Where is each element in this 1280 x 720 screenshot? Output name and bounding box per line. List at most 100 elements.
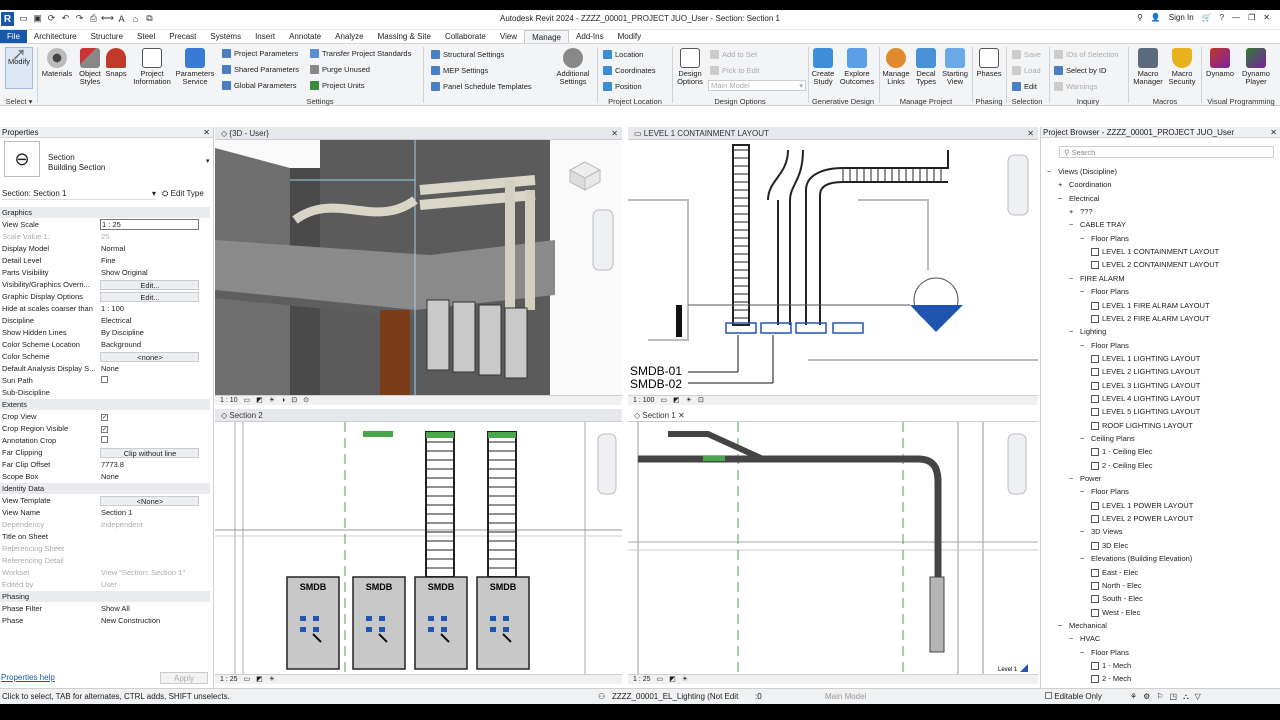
tab-view[interactable]: View	[493, 30, 524, 43]
phases-button[interactable]: Phases	[975, 48, 1003, 78]
crop-icon[interactable]: ⊡	[698, 396, 704, 406]
browser-folder-item[interactable]: +???	[1069, 207, 1093, 217]
detail-level-icon[interactable]: ▭	[660, 396, 667, 406]
property-value[interactable]: Electrical	[100, 315, 199, 327]
sun-icon[interactable]: ☀	[269, 675, 275, 685]
browser-view-item[interactable]: LEVEL 1 FIRE ALRAM LAYOUT	[1091, 301, 1210, 311]
browser-view-item[interactable]: West - Elec	[1091, 608, 1140, 618]
group-graphics[interactable]: Graphics	[0, 207, 210, 218]
collapse-icon[interactable]: −	[1080, 341, 1088, 351]
collapse-icon[interactable]: −	[1047, 167, 1055, 177]
sel-rows-item[interactable]: Save	[1012, 50, 1041, 59]
browser-view-item[interactable]: South - Elec	[1091, 594, 1143, 604]
collapse-icon[interactable]: −	[1069, 327, 1077, 337]
browser-folder-item[interactable]: − Floor Plans	[1080, 234, 1129, 244]
property-value[interactable]: User	[100, 579, 199, 591]
tab-modify[interactable]: Modify	[611, 30, 649, 43]
expand-icon[interactable]: +	[1058, 180, 1066, 190]
property-row[interactable]: Edited by User	[0, 579, 200, 591]
property-value[interactable]	[100, 435, 199, 447]
explore-outcomes-button[interactable]: Explore Outcomes	[840, 48, 874, 86]
browser-folder-item[interactable]: − Electrical	[1058, 194, 1099, 204]
tab-collaborate[interactable]: Collaborate	[438, 30, 493, 43]
collapse-icon[interactable]: −	[1069, 220, 1077, 230]
3d-view-icon[interactable]: ⌂	[130, 13, 141, 24]
macro-manager-button[interactable]: Macro Manager	[1131, 48, 1165, 86]
user-icon[interactable]: 👤	[1151, 13, 1161, 22]
tab-insert[interactable]: Insert	[248, 30, 282, 43]
design-rows-item[interactable]: Add to Set	[710, 50, 757, 59]
property-row[interactable]: Dependency Independent	[0, 519, 200, 531]
property-row[interactable]: Crop Region Visible ✓	[0, 423, 200, 435]
minimize-icon[interactable]: —	[1232, 13, 1240, 22]
additional-settings-button[interactable]: Additional Settings	[552, 48, 594, 86]
modify-button[interactable]: ➚ Modify	[5, 45, 33, 89]
sel-rows-item[interactable]: Load	[1012, 66, 1041, 75]
close-icon[interactable]: ✕	[1270, 127, 1277, 138]
collapse-icon[interactable]: −	[1069, 474, 1077, 484]
browser-view-item[interactable]: 3D Elec	[1091, 541, 1128, 551]
tab-add-ins[interactable]: Add-Ins	[569, 30, 611, 43]
tab-annotate[interactable]: Annotate	[282, 30, 328, 43]
tab-file[interactable]: File	[0, 30, 27, 43]
sel-rows-item[interactable]: Edit	[1012, 82, 1037, 91]
property-value[interactable]: Fine	[100, 255, 199, 267]
tab-steel[interactable]: Steel	[130, 30, 162, 43]
property-row[interactable]: Phase New Construction	[0, 615, 200, 627]
decal-types-button[interactable]: Decal Types	[913, 48, 939, 86]
tab-massing-site[interactable]: Massing & Site	[371, 30, 438, 43]
browser-folder-item[interactable]: − Lighting	[1069, 327, 1106, 337]
struct-rows-item[interactable]: Panel Schedule Templates	[431, 82, 532, 91]
browser-view-item[interactable]: LEVEL 2 LIGHTING LAYOUT	[1091, 367, 1200, 377]
location-rows-item[interactable]: Location	[603, 50, 643, 59]
selection-filter-icons[interactable]: ⚘⚙⚐◳⛬▽	[1130, 689, 1207, 705]
detail-level-icon[interactable]: ▭	[657, 675, 664, 685]
measure-icon[interactable]: ⟷	[101, 13, 114, 24]
property-row[interactable]: Scale Value 1: 25	[0, 231, 200, 243]
property-value[interactable]: None	[100, 471, 199, 483]
settings-rows-item[interactable]: Shared Parameters	[222, 65, 299, 74]
property-value[interactable]: Edit...	[100, 280, 199, 290]
group-identity-data[interactable]: Identity Data	[0, 483, 210, 494]
property-value[interactable]: Show All	[100, 603, 199, 615]
visual-style-icon[interactable]: ◩	[669, 675, 676, 685]
property-value[interactable]: ✓	[100, 423, 199, 435]
browser-folder-item[interactable]: − CABLE TRAY	[1069, 220, 1126, 230]
redo-icon[interactable]: ↷	[74, 13, 85, 24]
browser-view-item[interactable]: LEVEL 2 FIRE ALARM LAYOUT	[1091, 314, 1210, 324]
property-row[interactable]: Default Analysis Display S... None	[0, 363, 200, 375]
browser-folder-item[interactable]: − Mechanical	[1058, 621, 1107, 631]
property-row[interactable]: Parts Visibility Show Original	[0, 267, 200, 279]
group-extents[interactable]: Extents	[0, 399, 210, 410]
open-icon[interactable]: ▭	[18, 13, 29, 24]
browser-view-item[interactable]: 2 - Mech	[1091, 674, 1131, 684]
collapse-icon[interactable]: −	[1058, 621, 1066, 631]
property-row[interactable]: Hide at scales coarser than 1 : 100	[0, 303, 200, 315]
browser-folder-item[interactable]: − FIRE ALARM	[1069, 274, 1125, 284]
design-rows-item[interactable]: Pick to Edit	[710, 66, 760, 75]
inq-rows-item[interactable]: IDs of Selection	[1054, 50, 1119, 59]
visual-style-icon[interactable]: ◩	[256, 675, 263, 685]
browser-search[interactable]: ⚲ Search	[1059, 146, 1274, 158]
project-information-button[interactable]: Project Information	[133, 48, 171, 86]
property-row[interactable]: View Scale 1 : 25	[0, 219, 200, 231]
tab-systems[interactable]: Systems	[203, 30, 248, 43]
settings-rows2-item[interactable]: Project Units	[310, 81, 365, 90]
property-value[interactable]	[100, 375, 199, 387]
browser-folder-item[interactable]: −3D Views	[1080, 527, 1123, 537]
group-phasing[interactable]: Phasing	[0, 591, 210, 602]
design-options-button[interactable]: Design Options	[675, 48, 705, 86]
shadow-icon[interactable]: ◑	[281, 396, 285, 406]
editable-only-checkbox[interactable]: Editable Only	[1045, 689, 1102, 705]
object-styles-button[interactable]: Object Styles	[75, 48, 105, 86]
view-tab-3d[interactable]: ◇ {3D - User} ✕	[215, 127, 622, 140]
property-value[interactable]: Independent	[100, 519, 199, 531]
binoculars-icon[interactable]: ⚲	[1137, 13, 1143, 22]
close-icon[interactable]: ✕	[678, 411, 685, 420]
property-value[interactable]: None	[100, 363, 199, 375]
property-row[interactable]: Phase Filter Show All	[0, 603, 200, 615]
hide-icon[interactable]: ⊙	[303, 396, 309, 406]
property-value[interactable]: Show Original	[100, 267, 199, 279]
browser-folder-item[interactable]: − Floor Plans	[1080, 487, 1129, 497]
property-row[interactable]: Sub-Discipline	[0, 387, 200, 399]
